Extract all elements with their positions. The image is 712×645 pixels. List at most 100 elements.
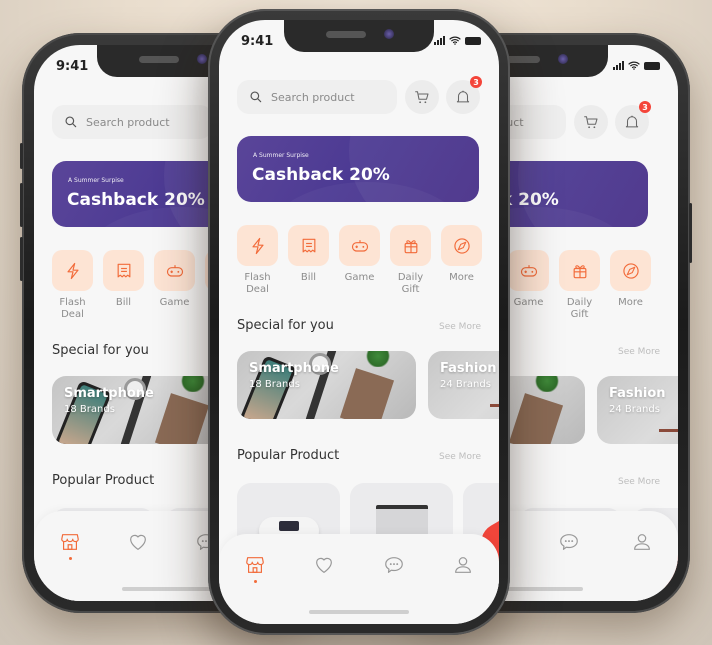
popular-section-header: Popular Product See More [237,448,481,463]
speaker [326,31,366,38]
special-card-fashion[interactable]: Fashion 24 Brands [428,351,499,419]
nav-profile[interactable] [451,554,475,578]
special-card-count: 18 Brands [249,379,300,390]
see-more-link[interactable]: See More [618,347,660,357]
status-icons [434,36,481,45]
category-label: Game [159,297,190,308]
camera [197,54,207,64]
see-more-link[interactable]: See More [439,322,481,332]
category-game[interactable]: Game [339,225,380,296]
nav-chat[interactable] [557,531,581,555]
search-input[interactable]: Search product [237,80,397,114]
status-time: 9:41 [56,59,89,74]
search-icon [249,90,263,104]
category-list: Flash Deal Bill Game Daily Gift More [237,225,482,296]
heart-icon [313,554,335,576]
wifi-icon [449,36,461,45]
search-placeholder: Search product [86,115,170,129]
banner-title: Cashback 20% [67,190,205,210]
nav-chat[interactable] [382,554,406,578]
status-icons [613,61,660,70]
phone-mockup-center: 9:41 Search product 3 A Summer Surpise C… [208,9,510,635]
nav-shop[interactable] [243,554,267,583]
special-card-fashion[interactable]: Fashion 24 Brands [597,376,678,444]
cart-button[interactable] [405,80,439,114]
heart-icon [127,531,149,553]
bill-icon [114,261,134,281]
promo-banner[interactable]: A Summer Surpise Cashback 20% [237,136,479,202]
category-flash-deal[interactable]: Flash Deal [237,225,278,296]
gift-icon [570,261,590,281]
category-label: More [449,272,474,283]
special-card-count: 18 Brands [64,404,115,415]
compass-icon [621,261,641,281]
nav-favorites[interactable] [126,531,150,555]
section-title: Popular Product [52,473,155,488]
category-label: Bill [300,272,317,283]
category-bill[interactable]: Bill [288,225,329,296]
chat-icon [558,531,580,553]
camera [384,29,394,39]
notch [284,20,434,52]
wifi-icon [628,61,640,70]
category-more[interactable]: More [441,225,482,296]
home-indicator [122,587,222,591]
camera [558,54,568,64]
game-icon [165,261,185,281]
special-card-title: Fashion [609,386,666,401]
category-daily-gift[interactable]: Daily Gift [390,225,431,296]
game-icon [350,236,370,256]
strap-image [490,404,499,407]
category-label: Game [344,272,375,283]
category-game[interactable]: Game [154,250,195,321]
active-indicator [68,557,72,560]
banner-title: Cashback 20% [252,165,390,185]
search-icon [64,115,78,129]
notification-button[interactable]: 3 [446,76,482,114]
category-label: Flash Deal [59,297,86,320]
notification-badge: 3 [470,76,482,88]
category-bill[interactable]: Bill [103,250,144,321]
special-card-title: Fashion [440,361,497,376]
home-screen: 9:41 Search product 3 A Summer Surpise C… [219,20,499,624]
status-time: 9:41 [241,34,274,49]
bottom-navigation [219,534,499,624]
compass-icon [452,236,472,256]
category-label: Game [513,297,544,308]
nav-profile[interactable] [630,531,654,555]
section-title: Popular Product [237,448,340,463]
book-image [154,393,210,444]
bill-icon [299,236,319,256]
cart-button[interactable] [574,105,608,139]
shop-icon [59,531,81,553]
game-icon [519,261,539,281]
special-card-title: Smartphone [249,361,339,376]
search-input[interactable]: Search product [52,105,212,139]
category-daily-gift[interactable]: Daily Gift [559,250,600,321]
cart-icon [582,113,600,131]
active-indicator [253,580,257,583]
notification-button[interactable]: 3 [615,101,651,139]
shop-icon [244,554,266,576]
category-more[interactable]: More [610,250,651,321]
see-more-link[interactable]: See More [618,477,660,487]
signal-icon [613,61,624,70]
special-card-smartphone[interactable]: Smartphone 18 Brands [237,351,416,419]
user-icon [452,554,474,576]
book-image [339,368,395,419]
special-section-header: Special for you See More [237,318,481,333]
nav-shop[interactable] [58,531,82,560]
category-flash-deal[interactable]: Flash Deal [52,250,93,321]
strap-image [659,429,678,432]
nav-favorites[interactable] [312,554,336,578]
user-icon [631,531,653,553]
bell-icon [454,88,472,106]
special-card-smartphone[interactable]: Smartphone 18 Brands [52,376,231,444]
chat-icon [383,554,405,576]
category-label: Daily Gift [566,297,593,320]
see-more-link[interactable]: See More [439,452,481,462]
category-label: Daily Gift [397,272,424,295]
bell-icon [623,113,641,131]
category-game[interactable]: Game [508,250,549,321]
gift-icon [401,236,421,256]
